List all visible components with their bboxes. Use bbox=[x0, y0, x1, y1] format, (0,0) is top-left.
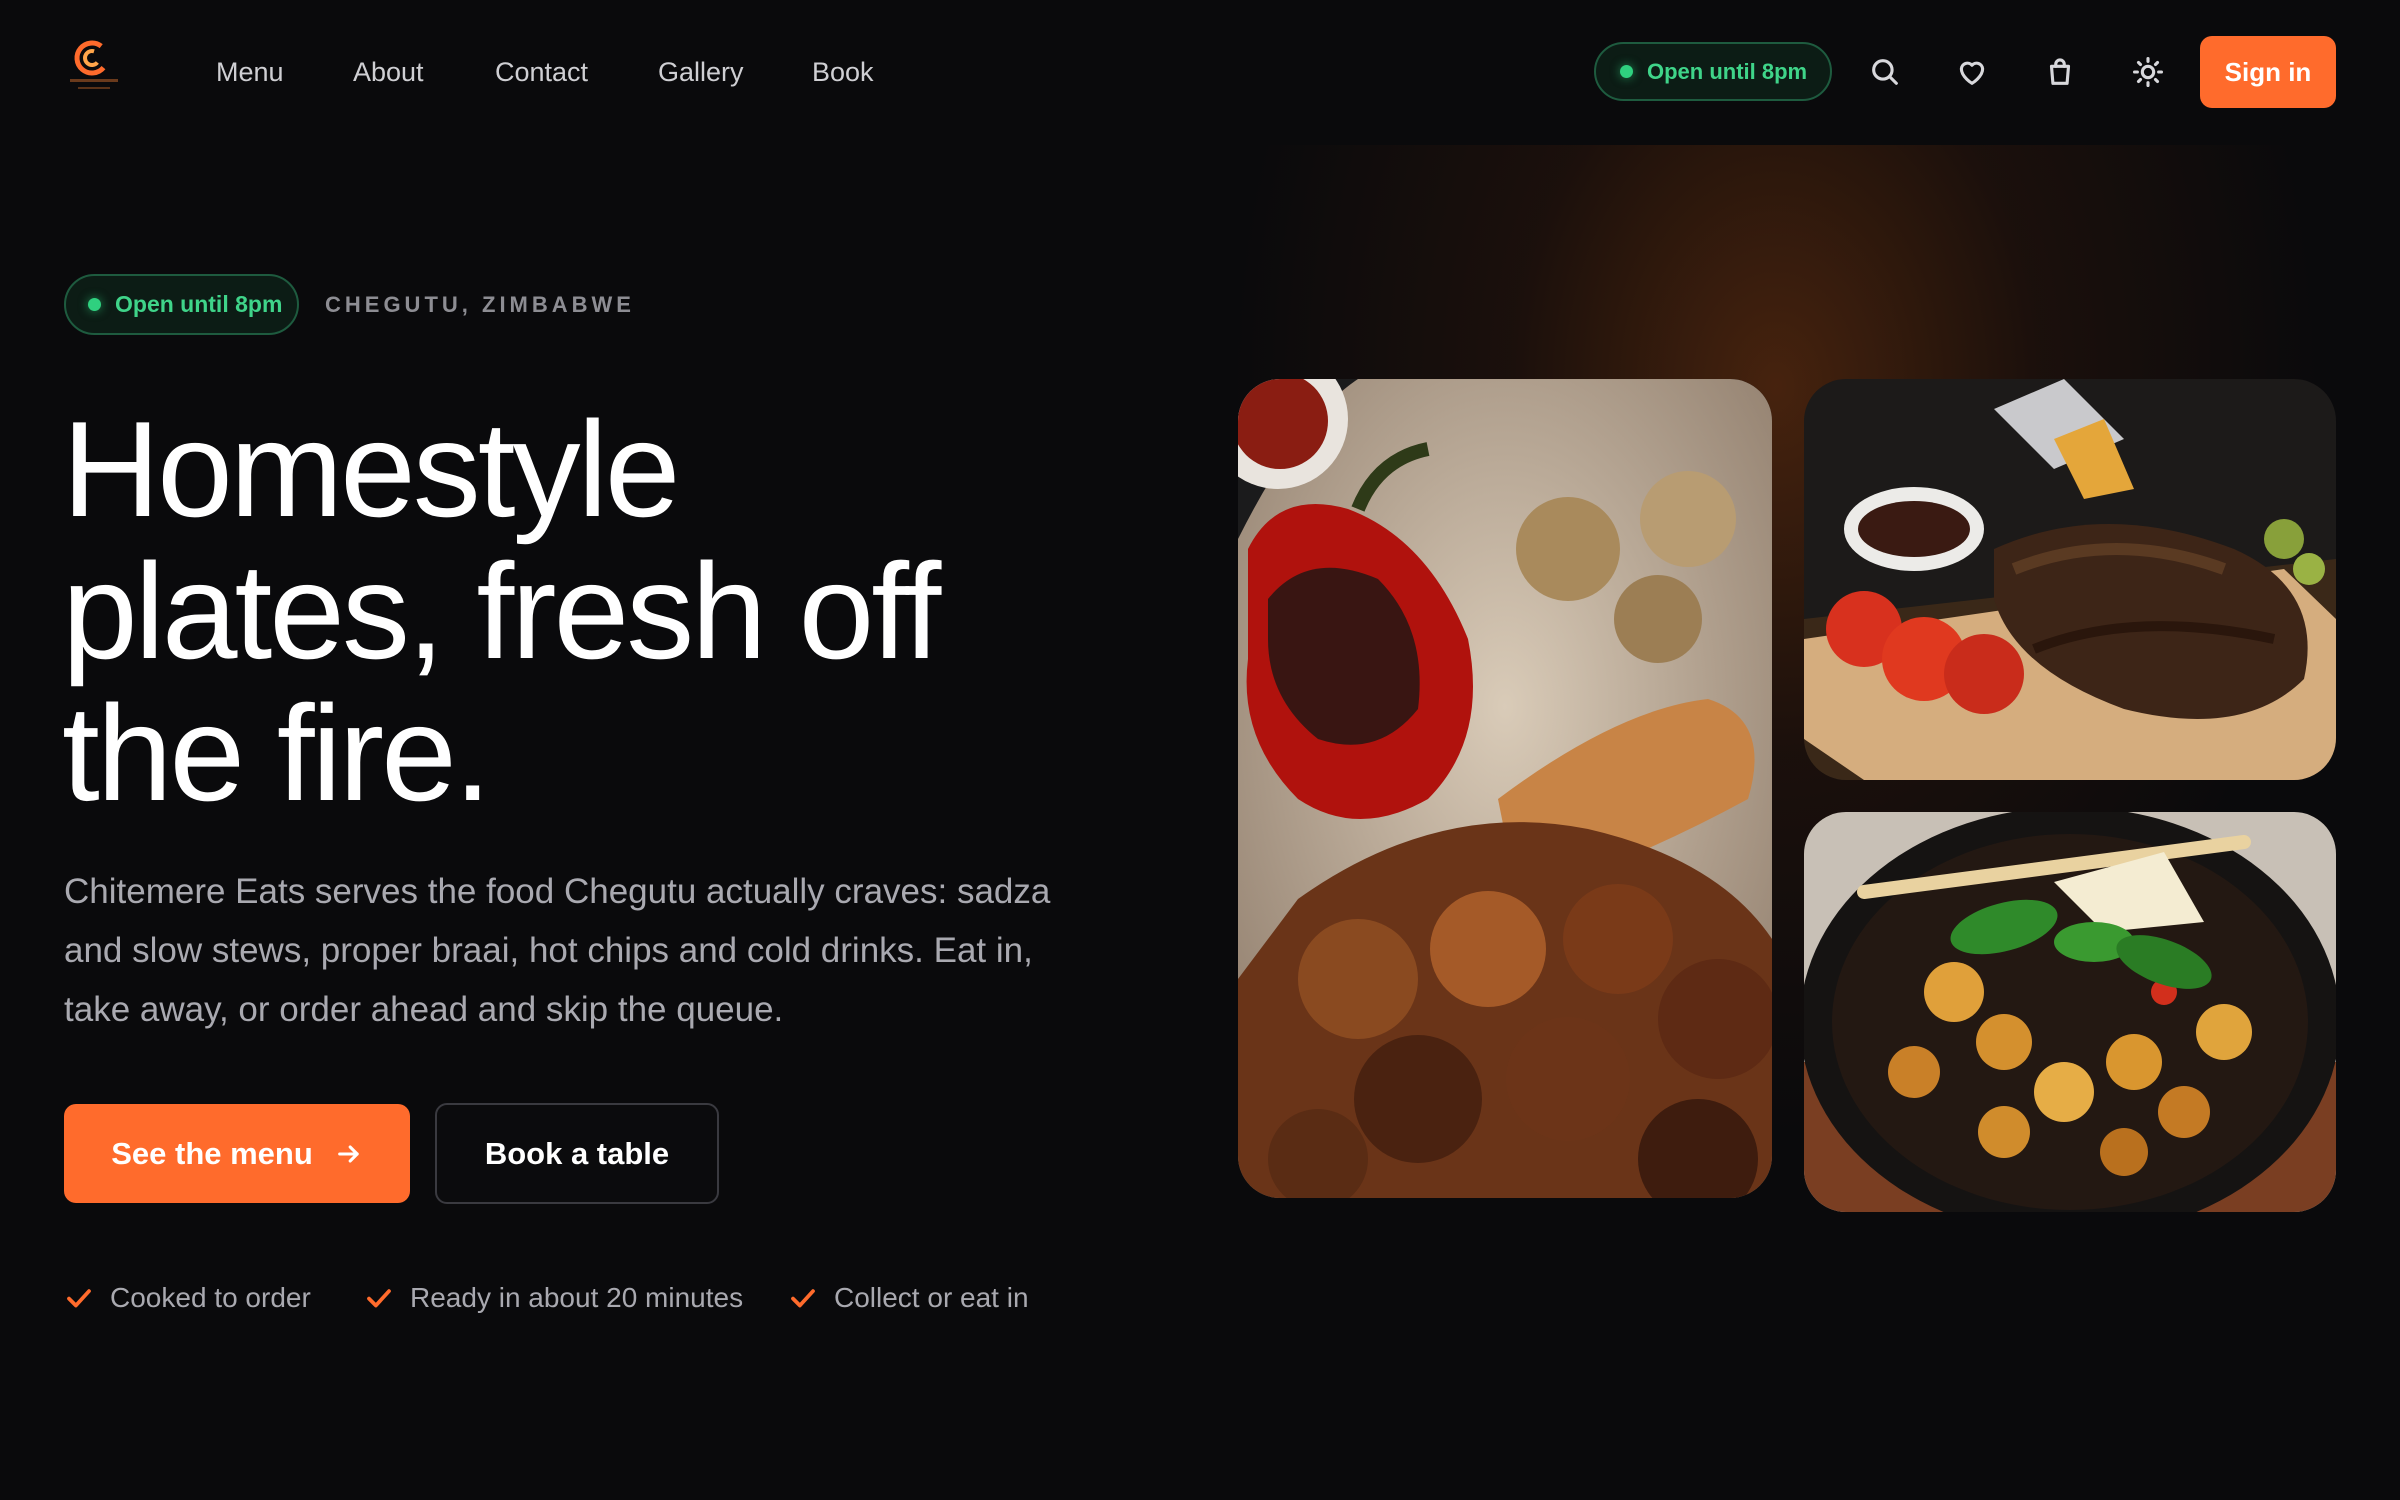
page: Menu About Contact Gallery Book Open unt… bbox=[0, 0, 2400, 1500]
cart-button[interactable] bbox=[2036, 48, 2084, 96]
see-menu-label: See the menu bbox=[111, 1135, 313, 1171]
sign-in-button[interactable]: Sign in bbox=[2200, 36, 2336, 108]
feature-label: Cooked to order bbox=[110, 1282, 311, 1313]
favorites-button[interactable] bbox=[1948, 48, 1996, 96]
brand-logo[interactable] bbox=[64, 38, 124, 96]
see-menu-button[interactable]: See the menu bbox=[64, 1104, 410, 1203]
headline-line-1: Homestyle bbox=[62, 393, 680, 545]
check-icon bbox=[791, 1289, 815, 1308]
ribs-board-photo bbox=[1804, 379, 2336, 780]
check-icon bbox=[367, 1289, 391, 1308]
heart-icon bbox=[1959, 61, 1985, 85]
shopping-bag-icon bbox=[2049, 58, 2071, 85]
nav-link-menu[interactable]: Menu bbox=[216, 52, 284, 92]
headline-line-3: the fire. bbox=[62, 677, 492, 829]
feature-item: Collect or eat in bbox=[788, 1278, 1029, 1318]
feature-item: Ready in about 20 minutes bbox=[364, 1278, 743, 1318]
grilled-skewers-photo bbox=[1238, 379, 1772, 1198]
hero-open-status-badge: Open until 8pm bbox=[64, 274, 299, 335]
location-label: CHEGUTU, ZIMBABWE bbox=[325, 292, 635, 317]
status-dot-icon bbox=[88, 298, 101, 311]
status-dot-icon bbox=[1620, 65, 1633, 78]
headline-line-2: plates, fresh off bbox=[62, 535, 941, 687]
nav-link-about[interactable]: About bbox=[353, 52, 424, 92]
theme-toggle-button[interactable] bbox=[2124, 48, 2172, 96]
search-icon bbox=[1872, 59, 1898, 85]
feature-label: Collect or eat in bbox=[834, 1282, 1029, 1313]
top-navigation: Menu About Contact Gallery Book Open unt… bbox=[0, 0, 2400, 145]
description-line-2: and slow stews, proper braai, hot chips … bbox=[64, 931, 1033, 970]
nav-link-gallery[interactable]: Gallery bbox=[658, 52, 744, 92]
check-icon bbox=[67, 1289, 91, 1308]
open-status-badge: Open until 8pm bbox=[1594, 42, 1832, 101]
chicken-stew-pan-photo bbox=[1804, 812, 2336, 1212]
book-table-button[interactable]: Book a table bbox=[435, 1103, 719, 1204]
feature-item: Cooked to order bbox=[64, 1278, 311, 1318]
hero-description: Chitemere Eats serves the food Chegutu a… bbox=[64, 862, 1074, 1039]
open-status-text: Open until 8pm bbox=[1647, 58, 1808, 84]
description-line-3: take away, or order ahead and skip the q… bbox=[64, 990, 784, 1029]
search-button[interactable] bbox=[1861, 48, 1909, 96]
description-line-1: Chitemere Eats serves the food Chegutu a… bbox=[64, 872, 1051, 911]
hero-headline: Homestyle plates, fresh off the fire. bbox=[62, 398, 1142, 824]
hero-open-status-text: Open until 8pm bbox=[115, 291, 283, 317]
nav-link-contact[interactable]: Contact bbox=[495, 52, 588, 92]
feature-label: Ready in about 20 minutes bbox=[410, 1282, 744, 1313]
arrow-right-icon bbox=[337, 1144, 359, 1163]
sun-icon bbox=[2132, 56, 2164, 88]
nav-link-book[interactable]: Book bbox=[812, 52, 874, 92]
